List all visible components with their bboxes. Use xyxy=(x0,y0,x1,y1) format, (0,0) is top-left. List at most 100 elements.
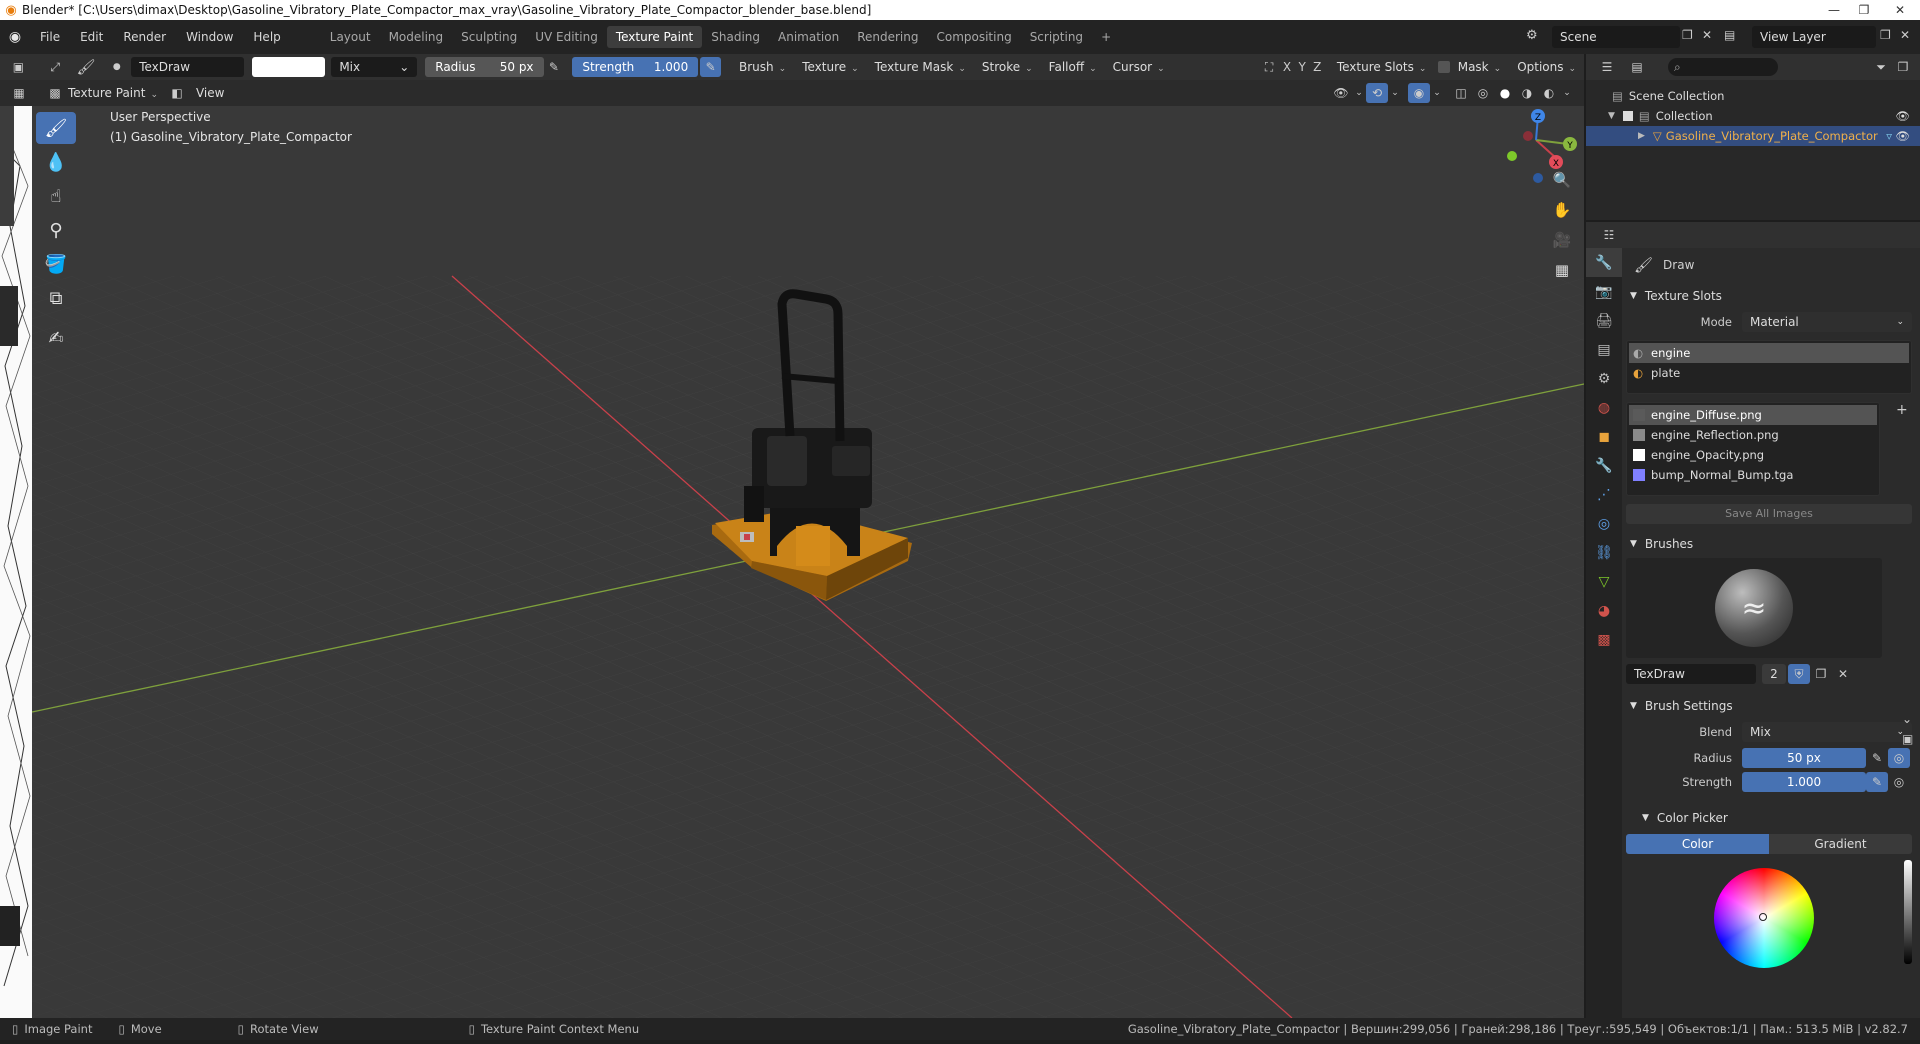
object-tab-icon[interactable]: ◼ xyxy=(1586,422,1622,451)
value-slider[interactable] xyxy=(1904,860,1912,964)
image-slot-opacity[interactable]: engine_Opacity.png xyxy=(1629,445,1877,465)
new-scene-icon[interactable]: ❐ xyxy=(1682,28,1693,42)
view-layer-tab-icon[interactable]: ▤ xyxy=(1586,335,1622,364)
fake-user-icon[interactable]: ● xyxy=(106,57,127,77)
stroke-menu[interactable]: Stroke ⌄ xyxy=(974,57,1041,77)
mode-selector[interactable]: Texture Paint ⌄ xyxy=(66,83,166,103)
strength-pressure-icon[interactable]: ✎ xyxy=(700,57,721,77)
tab-scripting[interactable]: Scripting xyxy=(1021,26,1092,48)
menu-edit[interactable]: Edit xyxy=(70,20,113,54)
menu-help[interactable]: Help xyxy=(243,20,290,54)
tab-modeling[interactable]: Modeling xyxy=(380,26,453,48)
mode-dropdown[interactable]: Material ⌄ xyxy=(1742,312,1912,332)
expand-arrow-icon[interactable]: ▼ xyxy=(1608,111,1615,121)
options-menu[interactable]: Options ⌄ xyxy=(1509,57,1584,77)
render-tab-icon[interactable]: 📷 xyxy=(1586,277,1622,306)
rendered-shading-icon[interactable]: ◐ xyxy=(1538,83,1560,103)
solid-shading-icon[interactable]: ● xyxy=(1494,83,1516,103)
menu-render[interactable]: Render xyxy=(113,20,176,54)
eye-icon[interactable]: 👁 xyxy=(1895,129,1910,143)
blender-menu-icon[interactable]: ◉ xyxy=(0,29,30,45)
3d-viewport[interactable]: User Perspective (1) Gasoline_Vibratory_… xyxy=(32,106,1584,1018)
strength-unified-icon[interactable]: ◎ xyxy=(1888,772,1910,792)
radius-pressure-icon[interactable]: ✎ xyxy=(544,57,565,77)
mask-tool-icon[interactable]: ⧉ xyxy=(36,282,76,314)
view-layer-selector[interactable]: View Layer xyxy=(1752,26,1876,48)
chevron-down-icon[interactable]: ⌄ xyxy=(1430,83,1444,103)
texture-slots-panel-header[interactable]: ▼ Texture Slots xyxy=(1626,282,1918,310)
delete-view-layer-icon[interactable]: ✕ xyxy=(1900,28,1910,42)
gradient-tab[interactable]: Gradient xyxy=(1769,834,1912,854)
gizmo-toggle-icon[interactable]: ⟲ xyxy=(1366,83,1388,103)
tool-tab-icon[interactable]: 🔧 xyxy=(1586,248,1622,277)
blend-dropdown[interactable]: Mix ⌄ xyxy=(331,57,418,77)
brush-user-count[interactable]: 2 xyxy=(1762,664,1786,684)
tab-shading[interactable]: Shading xyxy=(702,26,769,48)
eye-icon[interactable]: 👁 xyxy=(1895,109,1910,123)
tab-uv-editing[interactable]: UV Editing xyxy=(526,26,607,48)
mirror-x-toggle[interactable]: X xyxy=(1279,57,1294,77)
xray-icon[interactable]: ◫ xyxy=(1450,83,1472,103)
brush-menu[interactable]: Brush ⌄ xyxy=(731,57,794,77)
tab-compositing[interactable]: Compositing xyxy=(927,26,1020,48)
image-slot-diffuse[interactable]: engine_Diffuse.png xyxy=(1629,405,1877,425)
tab-animation[interactable]: Animation xyxy=(769,26,848,48)
editor-type-icon[interactable]: ▦ xyxy=(8,83,30,103)
chevron-down-icon[interactable]: ⌄ xyxy=(1560,83,1574,103)
mask-menu[interactable]: Mask ⌄ xyxy=(1450,57,1509,77)
texture-tab-icon[interactable]: ▩ xyxy=(1586,625,1622,654)
cursor-menu[interactable]: Cursor ⌄ xyxy=(1105,57,1173,77)
scene-icon[interactable]: ⚙ xyxy=(1526,28,1538,43)
color-cursor[interactable] xyxy=(1759,913,1767,921)
falloff-menu[interactable]: Falloff ⌄ xyxy=(1041,57,1105,77)
output-tab-icon[interactable]: 🖨 xyxy=(1586,306,1622,335)
symmetry-icon[interactable]: ⛶ xyxy=(1259,57,1280,77)
world-tab-icon[interactable]: ◍ xyxy=(1586,393,1622,422)
texture-slots-menu[interactable]: Texture Slots ⌄ xyxy=(1329,57,1435,77)
image-slot-reflection[interactable]: engine_Reflection.png xyxy=(1629,425,1877,445)
smear-tool-icon[interactable]: ☝ xyxy=(36,180,76,212)
new-collection-icon[interactable]: ❐ xyxy=(1892,57,1914,77)
strength-slider[interactable]: Strength 1.000 xyxy=(572,57,699,77)
material-slot-plate[interactable]: ◐ plate xyxy=(1629,363,1909,383)
radius-unit-icon[interactable]: ◎ xyxy=(1888,748,1910,768)
scene-tab-icon[interactable]: ⚙ xyxy=(1586,364,1622,393)
constraints-tab-icon[interactable]: ⛓ xyxy=(1586,538,1622,567)
material-slot-engine[interactable]: ◐ engine xyxy=(1629,343,1909,363)
zoom-icon[interactable]: 🔍 xyxy=(1548,166,1576,194)
fill-tool-icon[interactable]: 🪣 xyxy=(36,248,76,280)
radius-field[interactable]: 50 px xyxy=(1742,748,1866,768)
view-layer-icon[interactable]: ▤ xyxy=(1724,28,1735,42)
strength-field[interactable]: 1.000 xyxy=(1742,772,1866,792)
texture-menu[interactable]: Texture ⌄ xyxy=(794,57,866,77)
editor-type-icon[interactable]: ▣ xyxy=(8,57,29,77)
outliner-search-input[interactable]: ⌕ xyxy=(1668,58,1778,76)
fake-user-shield-icon[interactable]: ⛨ xyxy=(1788,664,1810,684)
minimize-icon[interactable]: — xyxy=(1820,0,1848,20)
display-mode-icon[interactable]: ▤ xyxy=(1626,57,1648,77)
radius-slider[interactable]: Radius 50 px xyxy=(425,57,544,77)
add-texture-icon[interactable]: + xyxy=(1896,402,1908,418)
pan-hand-icon[interactable]: ✋ xyxy=(1548,196,1576,224)
visibility-icon[interactable]: 👁 xyxy=(1330,83,1352,103)
mirror-y-toggle[interactable]: Y xyxy=(1295,57,1310,77)
soften-tool-icon[interactable]: 💧 xyxy=(36,146,76,178)
uv-editor-strip[interactable] xyxy=(0,106,32,1018)
outliner-row-scene-collection[interactable]: ▤ Scene Collection xyxy=(1586,86,1920,106)
brushes-panel-header[interactable]: ▼ Brushes xyxy=(1626,530,1918,558)
tab-rendering[interactable]: Rendering xyxy=(848,26,927,48)
outliner-row-collection[interactable]: ▼ ▤ Collection 👁 xyxy=(1586,106,1920,126)
chevron-down-icon[interactable]: ⌄ xyxy=(1388,83,1402,103)
filter-icon[interactable]: ⏷ xyxy=(1870,57,1892,77)
texture-mask-menu[interactable]: Texture Mask ⌄ xyxy=(867,57,974,77)
scene-selector[interactable]: Scene xyxy=(1552,26,1680,48)
mask-checkbox[interactable] xyxy=(1438,61,1450,73)
camera-view-icon[interactable]: 🎥 xyxy=(1548,226,1576,254)
radius-pressure-icon[interactable]: ✎ xyxy=(1866,748,1888,768)
view-menu[interactable]: View xyxy=(188,83,232,103)
color-picker-panel-header[interactable]: ▼ Color Picker xyxy=(1626,804,1918,832)
brush-browse-icon[interactable]: ▣ xyxy=(1902,732,1913,746)
blend-mode-dropdown[interactable]: Mix ⌄ xyxy=(1742,722,1912,742)
color-wheel[interactable] xyxy=(1714,868,1814,968)
tab-texture-paint[interactable]: Texture Paint xyxy=(606,26,703,48)
